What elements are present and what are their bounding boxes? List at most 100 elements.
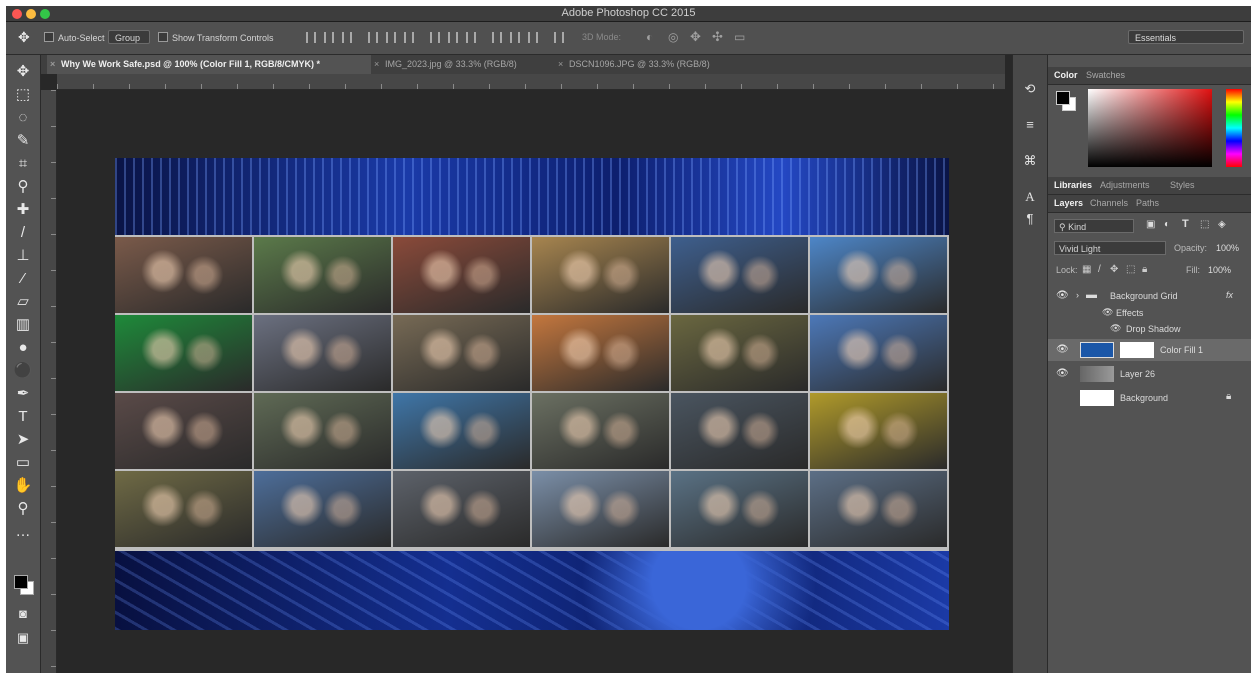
lock-transparent-icon[interactable]: ▦ <box>1082 264 1091 275</box>
layer-mask-thumbnail[interactable] <box>1120 342 1154 358</box>
filter-adjustment-icon[interactable]: ◐ <box>1164 219 1170 230</box>
tab-why-we-work-safe[interactable]: × Why We Work Safe.psd @ 100% (Color Fill… <box>47 55 371 74</box>
workspace-switcher[interactable]: Essentials <box>1128 30 1244 44</box>
distribute-left-icon[interactable] <box>492 32 502 43</box>
zoom-icon[interactable]: ⚲ <box>9 498 37 520</box>
dodge-icon[interactable]: ⚫ <box>9 360 37 382</box>
layer-row-effects[interactable]: 👁︎ Effects <box>1048 305 1251 321</box>
tab-dscn1096[interactable]: × DSCN1096.JPG @ 33.3% (RGB/8) <box>555 55 769 74</box>
panel-foreground-swatch[interactable] <box>1056 91 1070 105</box>
filter-smart-object-icon[interactable]: ◈ <box>1218 219 1226 230</box>
3d-roll-icon[interactable]: ◎ <box>668 30 678 44</box>
layer-thumbnail[interactable] <box>1080 366 1114 382</box>
tab-styles[interactable]: Styles <box>1170 180 1195 190</box>
tab-adjustments[interactable]: Adjustments <box>1100 180 1150 190</box>
opacity-value[interactable]: 100% <box>1216 243 1239 253</box>
3d-pan-icon[interactable]: ✥ <box>690 29 701 45</box>
close-tab-icon[interactable]: × <box>558 55 563 74</box>
layer-thumbnail[interactable] <box>1080 390 1114 406</box>
hue-slider[interactable] <box>1226 89 1242 167</box>
align-top-icon[interactable] <box>306 32 316 43</box>
pen-icon[interactable]: ✒ <box>9 383 37 405</box>
fx-badge[interactable]: fx <box>1226 290 1233 300</box>
align-vcenter-icon[interactable] <box>324 32 334 43</box>
brush-presets-icon[interactable]: ⌘ <box>1021 153 1039 169</box>
tab-paths[interactable]: Paths <box>1136 198 1159 208</box>
eyedropper-icon[interactable]: ⚲ <box>9 176 37 198</box>
tab-libraries[interactable]: Libraries <box>1054 180 1092 190</box>
character-panel-icon[interactable]: A <box>1021 189 1039 205</box>
fill-color-thumbnail[interactable] <box>1080 342 1114 358</box>
auto-select-checkbox[interactable]: Auto-Select <box>44 32 105 43</box>
layer-row-color-fill-1[interactable]: 👁︎ Color Fill 1 <box>1048 339 1251 361</box>
tab-img-2023[interactable]: × IMG_2023.jpg @ 33.3% (RGB/8) <box>371 55 565 74</box>
visibility-eye-icon[interactable]: 👁︎ <box>1056 368 1069 379</box>
tab-color[interactable]: Color <box>1054 70 1078 80</box>
3d-rotate-icon[interactable]: ◐ <box>646 30 653 44</box>
history-panel-icon[interactable]: ⟲ <box>1021 81 1039 97</box>
path-select-icon[interactable]: ➤ <box>9 429 37 451</box>
3d-slide-icon[interactable]: ✣ <box>712 29 723 45</box>
3d-scale-icon[interactable]: ▭ <box>734 30 745 44</box>
brush-icon[interactable]: / <box>9 222 37 244</box>
distribute-vcenter-icon[interactable] <box>448 32 458 43</box>
close-tab-icon[interactable]: × <box>50 55 55 74</box>
rectangle-icon[interactable]: ▭ <box>9 452 37 474</box>
lasso-icon[interactable]: ◌ <box>9 107 37 129</box>
vertical-ruler[interactable] <box>41 90 57 673</box>
foreground-color-swatch[interactable] <box>14 575 28 589</box>
distribute-top-icon[interactable] <box>430 32 440 43</box>
filter-shape-icon[interactable]: ⬚ <box>1200 219 1209 230</box>
lock-artboard-icon[interactable]: ⬚ <box>1126 264 1135 275</box>
hand-icon[interactable]: ✋ <box>9 475 37 497</box>
lock-image-icon[interactable]: / <box>1098 264 1101 275</box>
type-icon[interactable]: T <box>9 406 37 428</box>
horizontal-ruler[interactable] <box>57 74 1005 90</box>
blend-mode-dropdown[interactable]: Vivid Light <box>1054 241 1166 255</box>
crop-icon[interactable]: ⌗ <box>9 153 37 175</box>
tab-swatches[interactable]: Swatches <box>1086 70 1125 80</box>
move-tool-preset-icon[interactable]: ✥ <box>18 29 30 46</box>
layer-filter-kind-dropdown[interactable]: ⚲ Kind <box>1054 219 1134 233</box>
properties-panel-icon[interactable]: ≡ <box>1021 117 1039 133</box>
layer-row-drop-shadow[interactable]: 👁︎ Drop Shadow <box>1048 321 1251 337</box>
history-brush-icon[interactable]: ⁄ <box>9 268 37 290</box>
move-icon[interactable]: ✥ <box>9 61 37 83</box>
lock-position-icon[interactable]: ✥ <box>1110 264 1118 275</box>
color-picker-field[interactable] <box>1088 89 1212 167</box>
show-transform-checkbox[interactable]: Show Transform Controls <box>158 32 274 43</box>
marquee-icon[interactable]: ⬚ <box>9 84 37 106</box>
close-tab-icon[interactable]: × <box>374 55 379 74</box>
align-left-icon[interactable] <box>368 32 378 43</box>
distribute-bottom-icon[interactable] <box>466 32 476 43</box>
layer-row-layer-26[interactable]: 👁︎ Layer 26 <box>1048 363 1251 385</box>
distribute-hcenter-icon[interactable] <box>510 32 520 43</box>
filter-type-icon[interactable]: T <box>1182 218 1189 230</box>
visibility-eye-icon[interactable]: 👁︎ <box>1056 290 1069 301</box>
blur-icon[interactable]: ● <box>9 337 37 359</box>
gradient-icon[interactable]: ▥ <box>9 314 37 336</box>
drop-shadow-eye-icon[interactable]: 👁︎ <box>1110 323 1121 334</box>
quick-select-icon[interactable]: ✎ <box>9 130 37 152</box>
canvas-area[interactable] <box>57 90 1005 673</box>
eraser-icon[interactable]: ▱ <box>9 291 37 313</box>
distribute-right-icon[interactable] <box>528 32 538 43</box>
stamp-icon[interactable]: ⊥ <box>9 245 37 267</box>
align-right-icon[interactable] <box>404 32 414 43</box>
align-hcenter-icon[interactable] <box>386 32 396 43</box>
visibility-eye-icon[interactable]: 👁︎ <box>1056 344 1069 355</box>
more-tools-icon[interactable]: … <box>9 521 37 543</box>
fill-value[interactable]: 100% <box>1208 265 1231 275</box>
align-bottom-icon[interactable] <box>342 32 352 43</box>
paragraph-panel-icon[interactable]: ¶ <box>1021 211 1039 227</box>
healing-icon[interactable]: ✚ <box>9 199 37 221</box>
expand-group-chevron-icon[interactable]: › <box>1076 290 1079 300</box>
tab-layers[interactable]: Layers <box>1054 198 1083 208</box>
tab-channels[interactable]: Channels <box>1090 198 1128 208</box>
effects-eye-icon[interactable]: 👁︎ <box>1102 307 1113 318</box>
filter-pixel-icon[interactable]: ▣ <box>1146 219 1155 230</box>
layer-row-background[interactable]: Background 🔒︎ <box>1048 387 1251 409</box>
document-canvas[interactable] <box>115 158 949 630</box>
screen-mode-icon[interactable]: ▣ <box>9 627 37 649</box>
auto-align-icon[interactable] <box>554 32 564 43</box>
